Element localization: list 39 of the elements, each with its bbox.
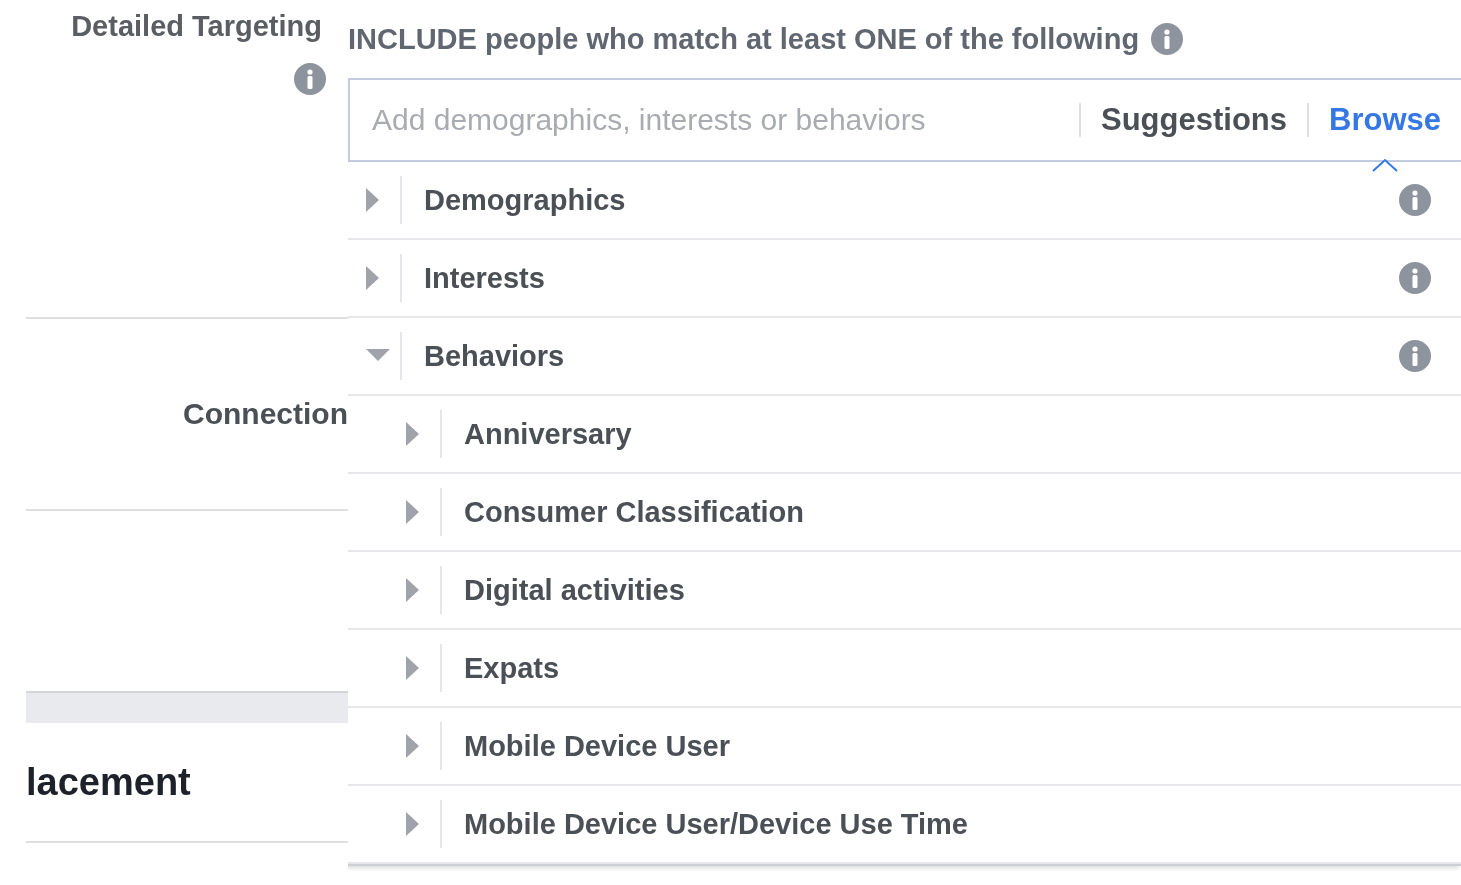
info-icon — [1151, 23, 1184, 55]
info-icon — [1399, 184, 1431, 216]
info-icon — [294, 63, 326, 95]
expand-caret-icon[interactable] — [366, 266, 380, 290]
expand-caret-icon[interactable] — [406, 812, 420, 836]
subcategory-row[interactable]: Digital activities — [348, 552, 1461, 630]
tab[interactable]: Suggestions — [1081, 102, 1307, 138]
subcategory-row[interactable]: Anniversary — [348, 396, 1461, 474]
expand-caret-icon[interactable] — [406, 656, 420, 680]
category-row[interactable]: Demographics — [348, 162, 1461, 240]
subcategory-label: Digital activities — [464, 573, 686, 607]
tab[interactable]: Browse — [1309, 102, 1461, 138]
subcategory-label: Consumer Classification — [464, 495, 806, 529]
expand-caret-icon[interactable] — [406, 578, 420, 602]
include-instruction: INCLUDE people who match at least ONE of the following — [348, 22, 1140, 56]
subcategory-row[interactable]: Expats — [348, 630, 1461, 708]
subcategory-row[interactable]: Mobile Device User — [348, 708, 1461, 786]
section-label: Connection — [183, 397, 348, 431]
expand-caret-icon[interactable] — [406, 500, 420, 524]
expand-caret-icon[interactable] — [366, 188, 380, 212]
subcategory-row[interactable]: Mobile Device User/Device Use Time — [348, 786, 1461, 864]
pointer-icon — [1372, 158, 1398, 172]
section-heading: lacement — [26, 760, 191, 804]
info-icon — [1399, 340, 1431, 372]
subcategory-label: Anniversary — [464, 417, 633, 451]
subcategory-label: Mobile Device User/Device Use Time — [464, 807, 969, 841]
field-label: Detailed Targeting — [71, 10, 322, 42]
expand-caret-icon[interactable] — [406, 734, 420, 758]
category-row[interactable]: Behaviors — [348, 318, 1461, 396]
subcategory-label: Expats — [464, 651, 561, 685]
category-label: Demographics — [424, 183, 627, 217]
collapse-caret-icon[interactable] — [366, 349, 390, 363]
category-label: Interests — [424, 261, 546, 295]
subcategory-row[interactable]: Consumer Classification — [348, 474, 1461, 552]
info-icon — [1399, 262, 1431, 294]
expand-caret-icon[interactable] — [406, 422, 420, 446]
subcategory-label: Mobile Device User — [464, 729, 731, 763]
category-row[interactable]: Interests — [348, 240, 1461, 318]
category-label: Behaviors — [424, 339, 566, 373]
